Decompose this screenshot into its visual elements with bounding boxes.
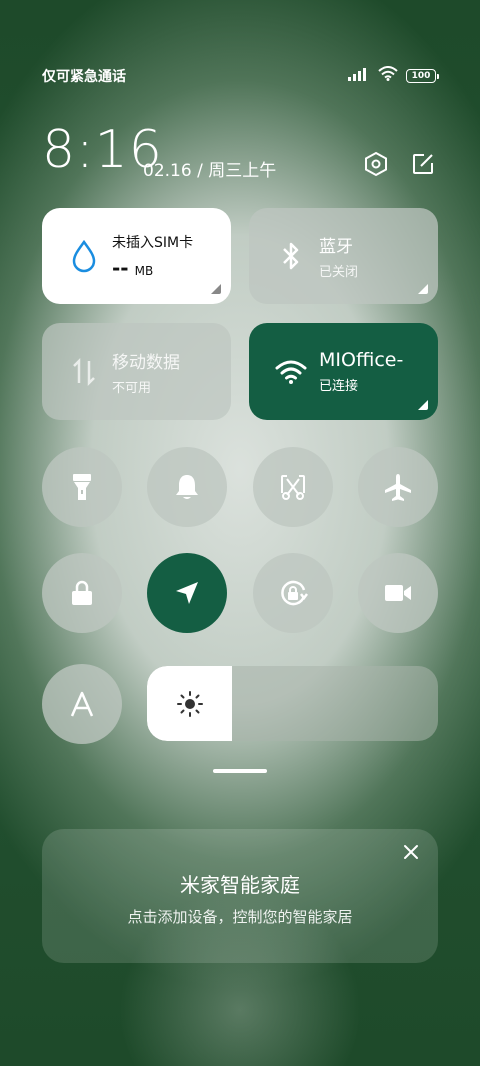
- status-icons: 100: [348, 66, 439, 85]
- data-usage-value: --: [112, 256, 129, 280]
- data-usage-title: 未插入SIM卡: [112, 235, 194, 251]
- wifi-status-icon: [378, 66, 398, 85]
- drag-handle[interactable]: [213, 769, 267, 773]
- location-icon: [176, 582, 198, 604]
- wifi-tile[interactable]: MIOffice- 已连接: [249, 323, 438, 420]
- location-toggle[interactable]: [147, 553, 227, 633]
- bell-icon: [176, 475, 198, 499]
- edit-icon[interactable]: [409, 150, 437, 178]
- brightness-slider-fill[interactable]: [147, 666, 232, 741]
- rotation-lock-icon: [281, 580, 308, 606]
- bluetooth-icon: [273, 240, 309, 272]
- lock-icon: [72, 580, 92, 605]
- wifi-title: MIOffice-: [319, 349, 404, 371]
- rotation-lock-toggle[interactable]: [253, 553, 333, 633]
- mobile-data-icon: [66, 357, 102, 387]
- wifi-icon: [273, 359, 309, 385]
- airplane-icon: [385, 474, 411, 501]
- close-icon[interactable]: [400, 841, 422, 863]
- screen-record-toggle[interactable]: [358, 553, 438, 633]
- signal-icon: [348, 66, 370, 85]
- wifi-status: 已连接: [319, 379, 359, 394]
- screenshot-icon: [281, 475, 305, 500]
- video-icon: [385, 585, 411, 601]
- silent-toggle[interactable]: [147, 447, 227, 527]
- flashlight-icon: [73, 474, 91, 500]
- expand-corner-icon: [418, 400, 428, 410]
- date-text: 02.16 / 周三上午: [143, 161, 277, 181]
- data-usage-tile[interactable]: 未插入SIM卡 -- MB: [42, 208, 231, 304]
- sun-icon: [176, 690, 203, 717]
- mobile-data-title: 移动数据: [112, 352, 180, 373]
- settings-icon[interactable]: [362, 150, 390, 178]
- auto-brightness-button[interactable]: [42, 664, 122, 744]
- airplane-toggle[interactable]: [358, 447, 438, 527]
- bluetooth-title: 蓝牙: [319, 237, 353, 257]
- mobile-data-tile[interactable]: 移动数据 不可用: [42, 323, 231, 420]
- card-subtitle: 点击添加设备，控制您的智能家居: [127, 908, 353, 926]
- bluetooth-tile[interactable]: 蓝牙 已关闭: [249, 208, 438, 304]
- data-usage-unit: MB: [134, 264, 154, 278]
- lock-screen-toggle[interactable]: [42, 553, 122, 633]
- brightness-slider[interactable]: [147, 666, 438, 741]
- expand-corner-icon: [418, 284, 428, 294]
- mobile-data-status: 不可用: [112, 380, 152, 396]
- expand-corner-icon: [211, 284, 221, 294]
- battery-icon: 100: [406, 68, 439, 83]
- card-title: 米家智能家庭: [180, 873, 300, 897]
- water-drop-icon: [66, 239, 102, 273]
- carrier-status: 仅可紧急通话: [42, 69, 126, 85]
- screenshot-toggle[interactable]: [253, 447, 333, 527]
- mi-home-card[interactable]: 米家智能家庭 点击添加设备，控制您的智能家居: [42, 829, 438, 963]
- flashlight-toggle[interactable]: [42, 447, 122, 527]
- letter-a-icon: [70, 691, 94, 717]
- bluetooth-status: 已关闭: [319, 265, 359, 280]
